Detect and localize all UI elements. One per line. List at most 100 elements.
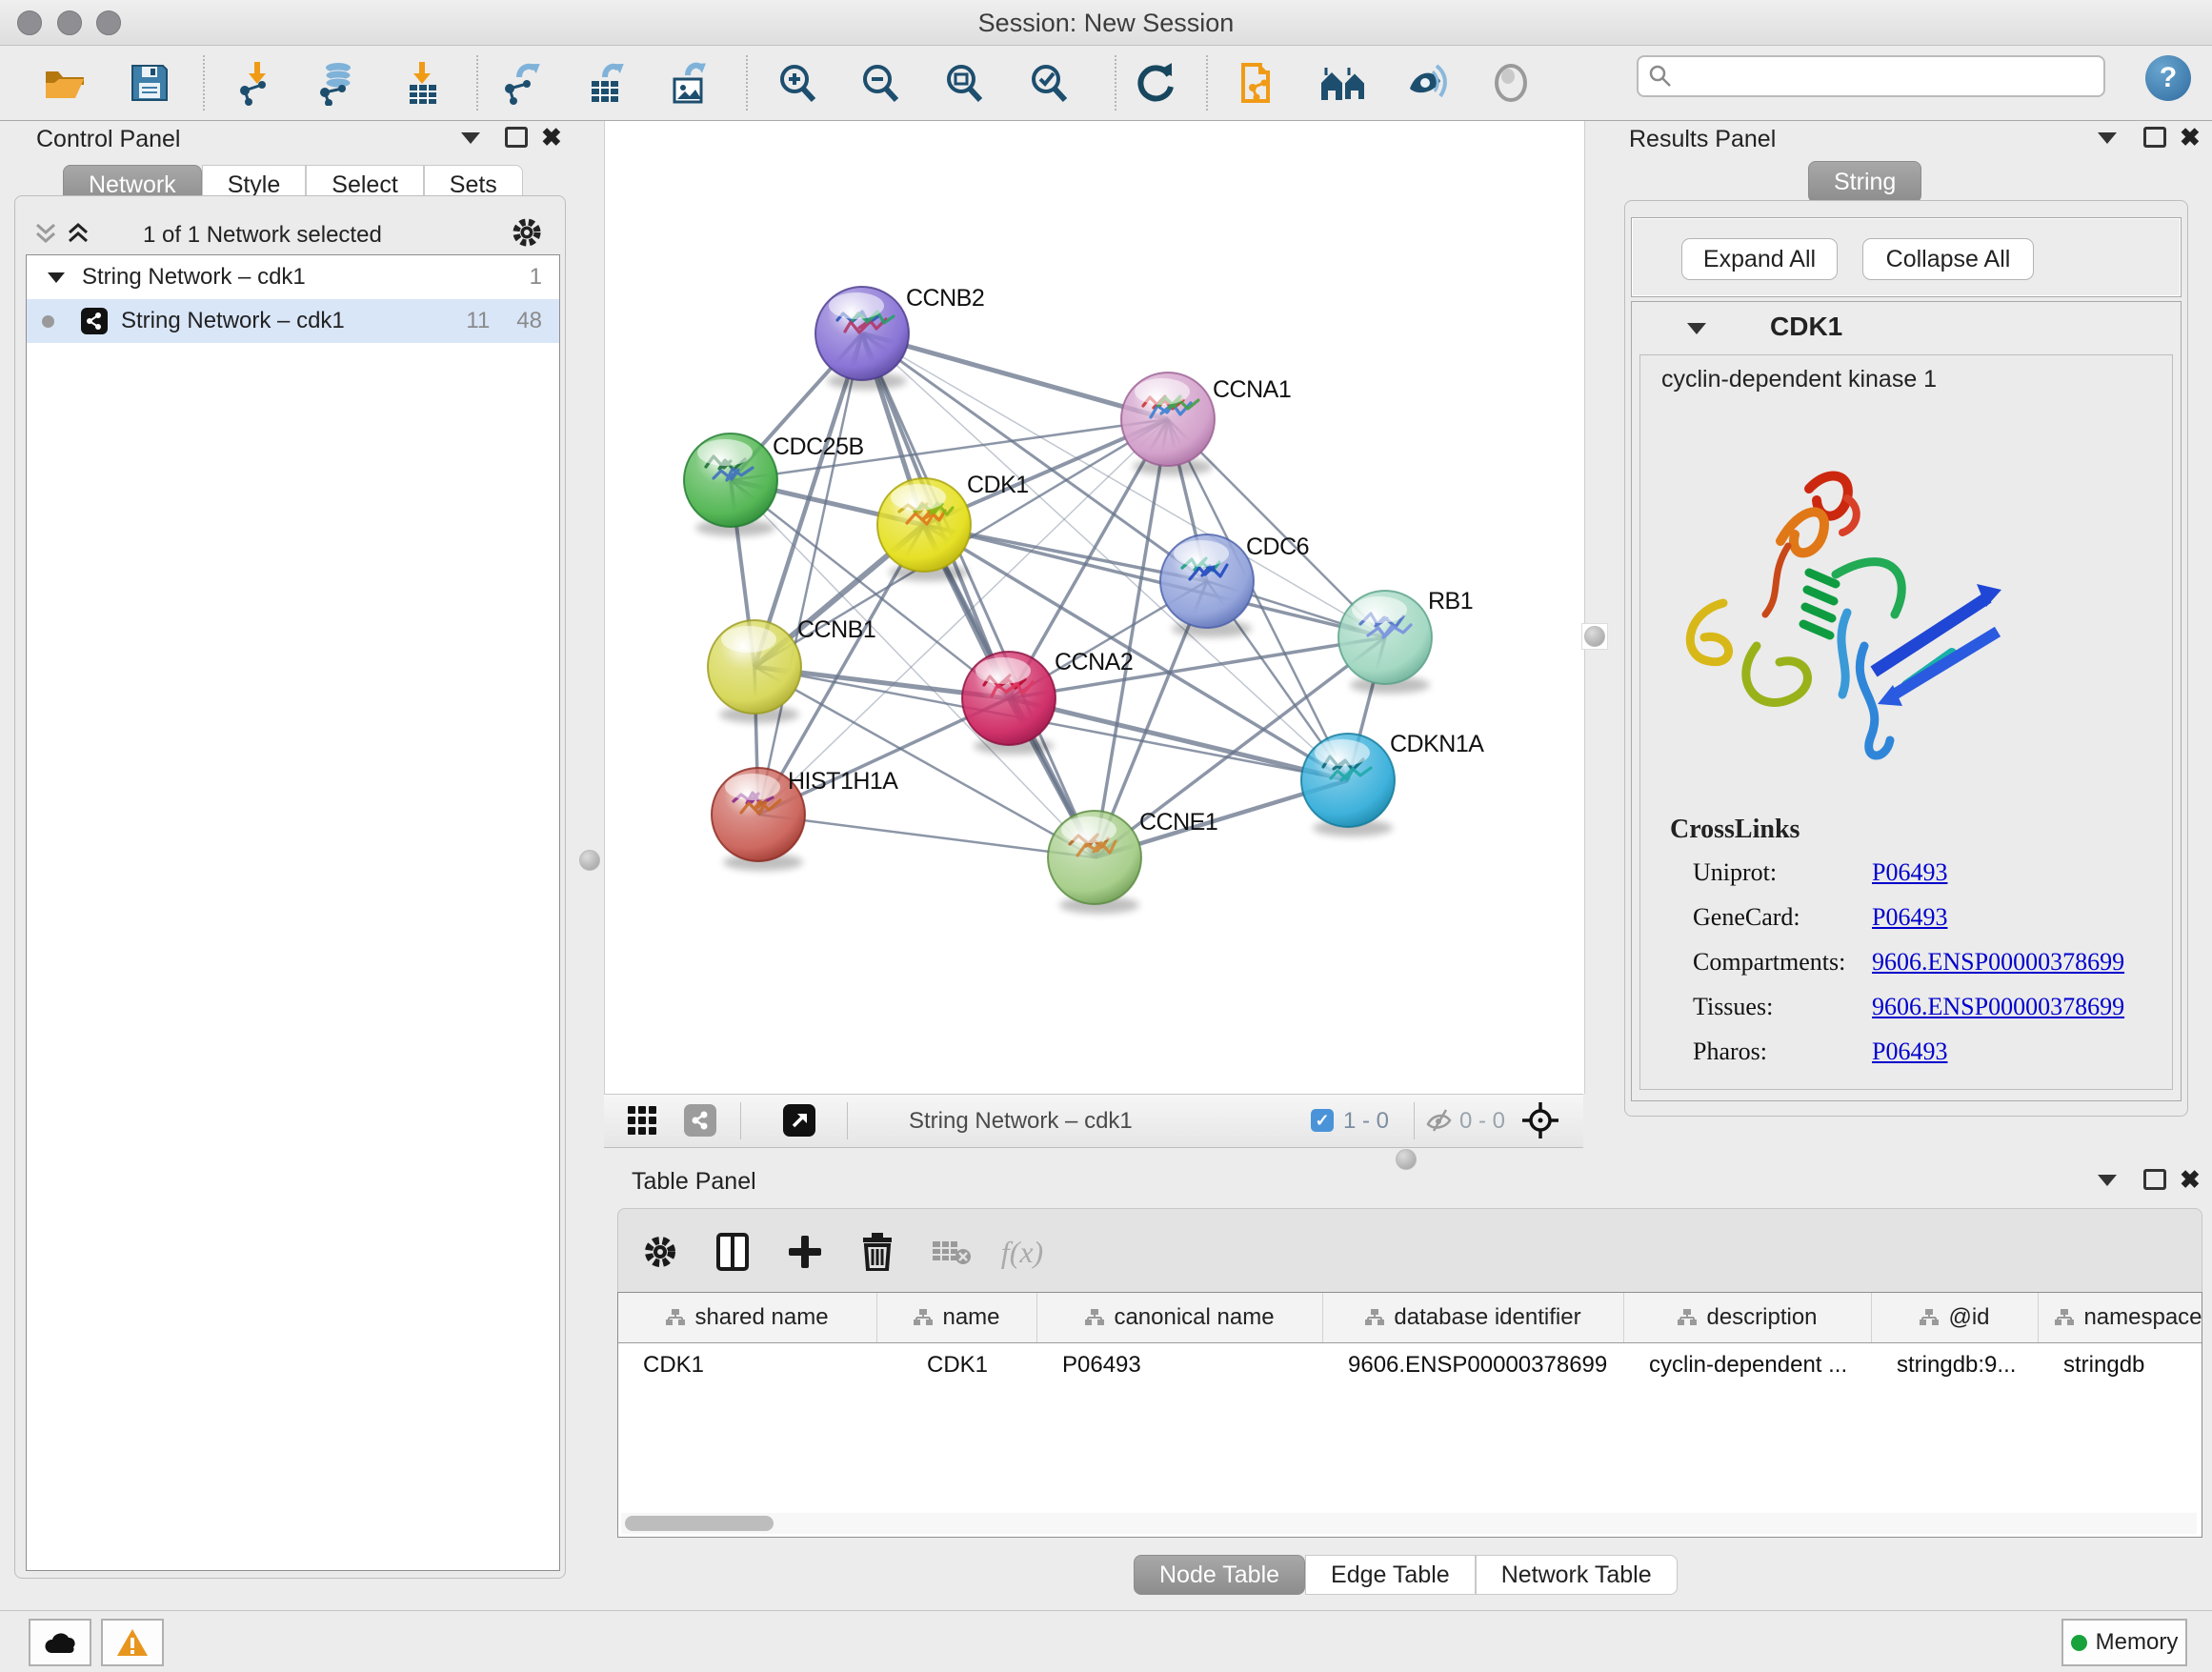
export-image-icon[interactable] [664,57,715,109]
table-cell[interactable]: P06493 [1037,1352,1323,1379]
node-gloss [721,626,776,653]
delete-table-icon[interactable] [925,1230,978,1274]
node-label-CDC6: CDC6 [1246,534,1309,560]
crosslink-link[interactable]: P06493 [1872,1037,1947,1066]
column-header-description[interactable]: description [1624,1293,1872,1342]
crosslink-link[interactable]: P06493 [1872,903,1947,932]
search-input[interactable] [1637,55,2105,97]
refresh-layout-icon[interactable] [1130,57,1181,109]
selected-nodes-checkbox-icon[interactable]: ✓ [1311,1109,1334,1132]
select-columns-icon[interactable] [706,1230,759,1274]
column-header-database-identifier[interactable]: database identifier [1323,1293,1624,1342]
cloud-icon [43,1630,77,1655]
zoom-out-icon[interactable] [855,57,907,109]
crosslink-link[interactable]: 9606.ENSP00000378699 [1872,948,2124,977]
tab-node-table[interactable]: Node Table [1134,1555,1305,1595]
zoom-fit-icon[interactable] [939,57,991,109]
expand-all-networks-icon[interactable] [67,221,91,251]
warning-status-button[interactable] [101,1619,164,1666]
crosslink-row: Compartments:9606.ENSP00000378699 [1693,948,2150,977]
open-session-icon[interactable] [39,57,90,109]
first-neighbors-icon[interactable] [1318,57,1370,109]
column-type-icon [1365,1309,1384,1326]
export-network-icon[interactable] [497,57,549,109]
tab-edge-table[interactable]: Edge Table [1305,1555,1476,1595]
function-builder-icon[interactable]: f(x) [995,1230,1049,1274]
help-icon[interactable]: ? [2145,55,2191,101]
toolbar-separator [1206,55,1208,111]
table-panel-collapse-icon[interactable] [2098,1175,2117,1186]
import-database-icon[interactable] [312,57,364,109]
grid-view-icon[interactable] [627,1104,659,1141]
network-options-gear-icon[interactable] [511,216,543,253]
table-cell[interactable]: CDK1 [877,1352,1037,1379]
node-label-HIST1H1A: HIST1H1A [788,768,898,795]
import-table-icon[interactable] [397,57,449,109]
table-row[interactable]: CDK1CDK1P064939606.ENSP00000378699cyclin… [618,1343,2202,1387]
network-selector-status: 1 of 1 Network selected [143,222,382,249]
column-header--id[interactable]: @id [1872,1293,2039,1342]
collapse-all-networks-icon[interactable] [34,221,59,251]
results-panel-collapse-icon[interactable] [2098,132,2117,144]
tab-string[interactable]: String [1808,161,1921,203]
control-panel-close-icon[interactable]: ✖ [541,123,562,152]
column-header-canonical-name[interactable]: canonical name [1037,1293,1323,1342]
table-settings-gear-icon[interactable] [633,1230,687,1274]
crosslink-link[interactable]: 9606.ENSP00000378699 [1872,993,2124,1021]
current-network-name: String Network – cdk1 [909,1108,1133,1135]
node-gloss [975,657,1031,684]
network-canvas[interactable]: CCNB2CCNA1CDC25BCDK1CDC6RB1CCNB1CCNA2CDK… [604,121,1585,1094]
clone-network-icon[interactable] [1234,57,1285,109]
left-splitter-handle[interactable] [577,848,602,873]
memory-button[interactable]: Memory [2061,1619,2187,1666]
network-edge[interactable] [758,815,1095,857]
crosslink-link[interactable]: P06493 [1872,858,1947,887]
import-network-icon[interactable] [232,57,284,109]
show-all-icon[interactable] [1485,57,1537,109]
column-type-icon [1920,1309,1939,1326]
results-panel-float-icon[interactable] [2143,127,2166,148]
table-panel-float-icon[interactable] [2143,1169,2166,1190]
network-graph[interactable]: CCNB2CCNA1CDC25BCDK1CDC6RB1CCNB1CCNA2CDK… [605,121,1584,1094]
table-panel-close-icon[interactable]: ✖ [2180,1165,2201,1195]
node-table[interactable]: shared namenamecanonical namedatabase id… [617,1292,2202,1538]
hscrollbar-thumb[interactable] [625,1516,774,1531]
control-panel-float-icon[interactable] [505,127,528,148]
table-hscrollbar[interactable] [621,1513,2197,1534]
node-gloss [891,484,946,511]
crosslink-row: Pharos:P06493 [1693,1037,2150,1066]
expand-all-button[interactable]: Expand All [1681,238,1838,280]
table-cell[interactable]: 9606.ENSP00000378699 [1323,1352,1624,1379]
entry-expander-icon[interactable] [1687,323,1706,334]
table-cell[interactable]: CDK1 [618,1352,877,1379]
results-panel-close-icon[interactable]: ✖ [2180,123,2201,152]
collection-expander-icon[interactable] [48,272,65,283]
column-header-namespace[interactable]: namespace [2039,1293,2202,1342]
delete-column-trash-icon[interactable] [851,1230,904,1274]
crosshair-icon[interactable] [1520,1100,1560,1145]
table-cell[interactable]: stringdb:9... [1872,1352,2039,1379]
zoom-in-icon[interactable] [773,57,824,109]
add-column-icon[interactable] [778,1230,832,1274]
cloud-status-button[interactable] [29,1619,91,1666]
zoom-selected-icon[interactable] [1024,57,1076,109]
save-session-icon[interactable] [124,57,175,109]
export-table-icon[interactable] [581,57,633,109]
column-header-shared-name[interactable]: shared name [618,1293,877,1342]
collapse-all-button[interactable]: Collapse All [1862,238,2034,280]
control-panel-collapse-icon[interactable] [461,132,480,144]
column-header-name[interactable]: name [877,1293,1037,1342]
hide-selected-icon[interactable] [1402,57,1454,109]
birds-eye-view-icon[interactable] [783,1104,815,1137]
right-splitter-handle[interactable] [1581,623,1608,650]
network-collection-row[interactable]: String Network – cdk1 1 [27,255,559,299]
table-tabs: Node TableEdge TableNetwork Table [1134,1555,1678,1595]
table-cell[interactable]: stringdb [2039,1352,2202,1379]
network-edge[interactable] [758,333,862,815]
table-cell[interactable]: cyclin-dependent ... [1624,1352,1872,1379]
column-type-icon [666,1309,685,1326]
network-edge[interactable] [1009,698,1348,780]
network-row[interactable]: String Network – cdk1 11 48 [27,299,559,343]
tab-network-table[interactable]: Network Table [1476,1555,1678,1595]
network-share-icon[interactable] [684,1104,716,1137]
